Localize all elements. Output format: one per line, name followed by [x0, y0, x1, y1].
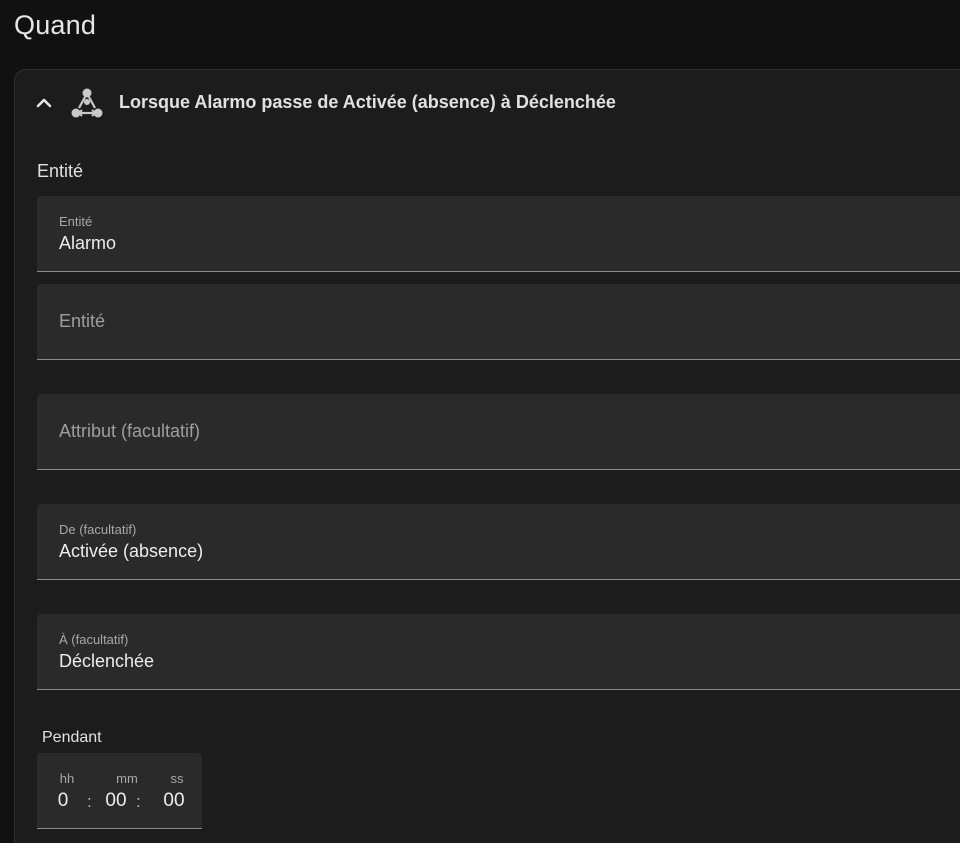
to-state-value: Déclenchée	[59, 651, 155, 671]
from-state-field[interactable]: De (facultatif) Activée (absence)	[37, 504, 960, 580]
time-separator: :	[136, 792, 141, 811]
entity-group-label: Entité	[37, 161, 84, 181]
trigger-card-header[interactable]: Lorsque Alarmo passe de Activée (absence…	[15, 70, 960, 136]
to-state-label: À (facultatif)	[59, 632, 129, 647]
automation-editor: Quand Lorsque Alarmo passe de Activée (a…	[0, 0, 960, 843]
from-state-label: De (facultatif)	[59, 522, 137, 537]
seconds-label: ss	[170, 771, 184, 786]
attribute-placeholder: Attribut (facultatif)	[59, 421, 201, 441]
entity-field-value: Alarmo	[59, 233, 117, 253]
entity-field[interactable]: Entité Alarmo	[37, 196, 960, 272]
duration-label: Pendant	[42, 729, 102, 746]
duration-input: hh mm ss 0 : 00 : 00	[37, 753, 202, 829]
hours-label: hh	[59, 771, 75, 786]
entity-field-label: Entité	[59, 214, 93, 229]
trigger-card: Lorsque Alarmo passe de Activée (absence…	[14, 69, 960, 843]
to-state-field[interactable]: À (facultatif) Déclenchée	[37, 614, 960, 690]
minutes-input[interactable]: 00	[101, 790, 131, 812]
trigger-summary-title: Lorsque Alarmo passe de Activée (absence…	[119, 92, 616, 112]
hours-input[interactable]: 0	[51, 790, 75, 812]
entity-add-field[interactable]: Entité	[37, 284, 960, 360]
from-state-value: Activée (absence)	[59, 541, 204, 561]
section-title: Quand	[14, 10, 97, 40]
seconds-input[interactable]: 00	[159, 790, 189, 812]
entity-add-placeholder: Entité	[59, 311, 106, 331]
time-separator: :	[87, 792, 92, 811]
state-trigger-icon	[70, 87, 104, 121]
chevron-up-icon[interactable]	[34, 93, 54, 113]
minutes-label: mm	[116, 771, 138, 786]
attribute-field[interactable]: Attribut (facultatif)	[37, 394, 960, 470]
